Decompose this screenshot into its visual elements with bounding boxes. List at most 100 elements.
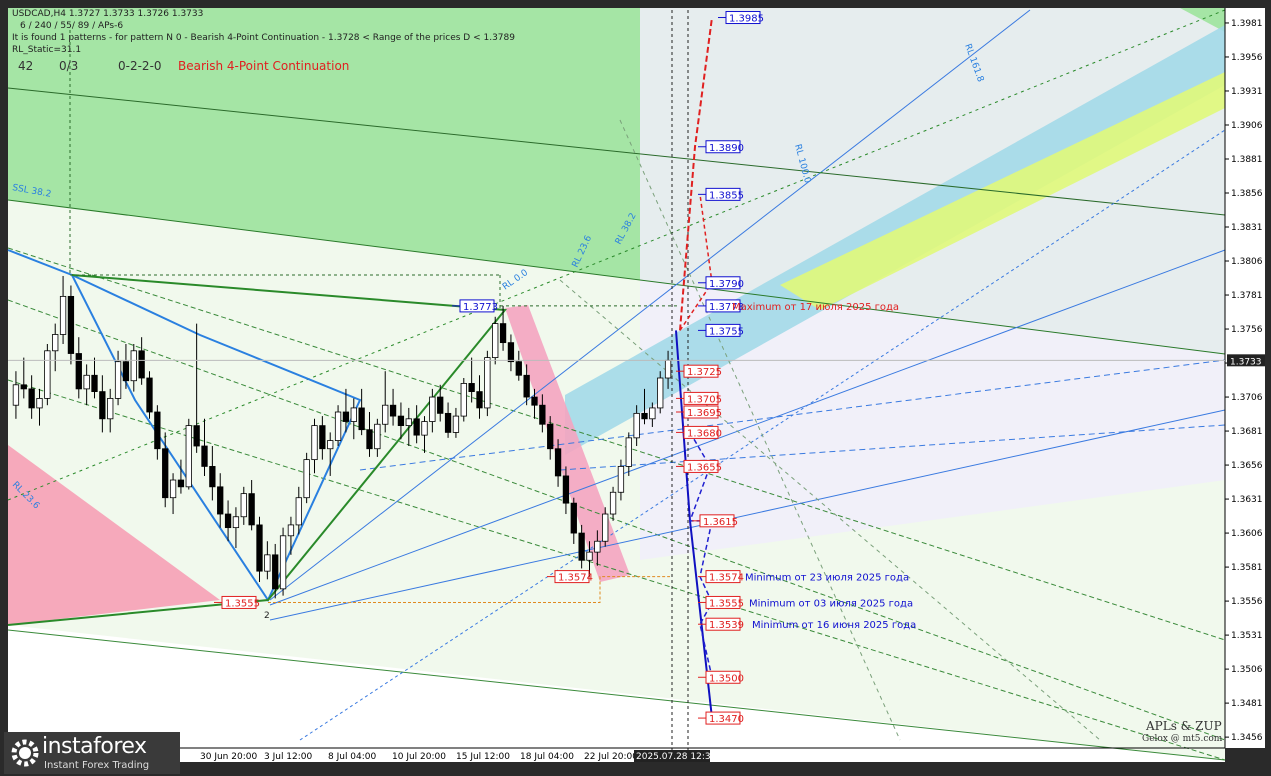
chart-window: RL 38.2 RL 23.6 RL 100.0 RL 161.8 SSL 38.2 RL…	[0, 0, 1271, 776]
candle	[460, 378, 467, 422]
candle-body	[154, 411, 161, 450]
pivot-label-1-label: 1.3574	[558, 573, 593, 584]
corner-brand-subtitle: Gelox @ mt5.com	[1142, 734, 1223, 744]
y-tick-label: 1.3506	[1231, 665, 1263, 675]
y-tick-label: 1.3856	[1231, 189, 1263, 199]
candle-body	[248, 493, 255, 526]
x-tick-label: 3 Jul 12:00	[264, 752, 313, 762]
candle-body	[358, 407, 365, 431]
y-tick-label: 1.3456	[1231, 733, 1263, 743]
counter-c: 0-2-2-0	[118, 59, 162, 73]
candle-body	[649, 407, 656, 420]
y-tick-label: 1.3656	[1231, 461, 1263, 471]
y-tick-label: 1.3556	[1231, 597, 1263, 607]
candle-body	[389, 404, 397, 417]
candle	[492, 316, 499, 365]
support-level-5-label: 1.3615	[703, 517, 738, 528]
corner-brand-title: APLs & ZUP	[1146, 719, 1222, 733]
y-tick-label: 1.3581	[1231, 563, 1263, 573]
candle-body	[217, 486, 224, 515]
candle-body	[264, 554, 271, 572]
candle	[185, 418, 192, 490]
candle-body	[507, 342, 515, 363]
candle-body	[625, 437, 632, 467]
support-level-0-label: 1.3725	[687, 367, 722, 378]
candle-body	[295, 497, 302, 526]
support-level-4-label: 1.3655	[687, 462, 722, 473]
candle-body	[169, 479, 177, 499]
candle	[279, 527, 287, 596]
support-level-7-label: 1.3555	[709, 598, 744, 609]
candle	[146, 371, 153, 419]
candle-body	[421, 421, 428, 436]
y-tick-label: 1.3881	[1231, 155, 1263, 165]
candle-body	[578, 532, 585, 561]
support-level-2-label: 1.3695	[687, 408, 722, 419]
candle-body	[460, 383, 467, 417]
candle-body	[342, 411, 350, 422]
support-level-1-label: 1.3705	[687, 394, 722, 405]
resistance-level-2-label: 1.3855	[709, 190, 744, 201]
candle-body	[366, 429, 373, 450]
candle-body	[240, 493, 247, 518]
candle-body	[641, 412, 648, 420]
candle-body	[67, 295, 75, 354]
candle-body	[547, 423, 554, 450]
candle-body	[334, 411, 342, 441]
annotation-1: Minimum от 23 июля 2025 года	[745, 573, 909, 584]
y-tick-label: 1.3781	[1231, 291, 1263, 301]
candle-body	[617, 466, 625, 493]
candle-body	[586, 551, 593, 561]
y-tick-label: 1.3631	[1231, 495, 1263, 505]
y-tick-label: 1.3531	[1231, 631, 1263, 641]
candle-body	[570, 502, 577, 534]
pivot-label-2-label: 1.3555	[225, 598, 260, 609]
candle-body	[602, 513, 609, 542]
candle-body	[272, 554, 279, 590]
x-tick-label: 30 Jun 20:00	[200, 752, 257, 762]
candle-body	[122, 361, 130, 382]
candle-body	[492, 323, 499, 358]
y-tick-label: 1.3931	[1231, 87, 1263, 97]
candle-body	[201, 445, 208, 467]
candle-body	[138, 350, 145, 379]
candle-body	[177, 479, 185, 488]
price-chart[interactable]: RL 38.2RL 23.6RL 100.0RL 161.8SSL 38.2RL…	[0, 0, 1271, 776]
candle-body	[232, 516, 240, 529]
candle-body	[12, 384, 20, 406]
y-tick-label: 1.3906	[1231, 121, 1263, 131]
counter-b: 0/3	[59, 59, 79, 73]
candle-body	[185, 425, 192, 488]
pivot-label-0-label: 1.3773	[463, 302, 498, 313]
candle-body	[107, 398, 114, 420]
candle	[67, 285, 75, 365]
gear-icon	[11, 739, 39, 767]
candle-body	[484, 357, 491, 409]
candle-body	[279, 535, 287, 590]
candle-body	[562, 475, 570, 504]
support-level-8-label: 1.3539	[709, 620, 744, 631]
candle-body	[319, 425, 326, 450]
candle-body	[499, 323, 507, 344]
candle-body	[476, 391, 483, 409]
candle-body	[146, 377, 153, 413]
candle-body	[287, 524, 295, 537]
candle-body	[523, 374, 530, 398]
resistance-level-3-label: 1.3790	[709, 279, 744, 290]
candle-body	[91, 374, 98, 393]
annotation-0: Maximum от 17 июля 2025 года	[732, 302, 899, 313]
support-level-3-label: 1.3680	[687, 428, 722, 439]
candle-body	[594, 540, 601, 553]
y-tick-label: 1.3831	[1231, 223, 1263, 233]
candle-body	[224, 513, 232, 529]
candle-body	[609, 491, 617, 515]
candle-body	[311, 425, 318, 461]
candle-body	[429, 396, 436, 422]
annotation-2: Minimum от 03 июля 2025 года	[749, 598, 913, 609]
candle-body	[256, 524, 263, 572]
y-tick-label: 1.3481	[1231, 699, 1263, 709]
candle	[303, 452, 310, 504]
candle-body	[36, 398, 43, 409]
static-info: RL_Static=31.1	[12, 45, 82, 55]
y-tick-label: 1.3681	[1231, 427, 1263, 437]
